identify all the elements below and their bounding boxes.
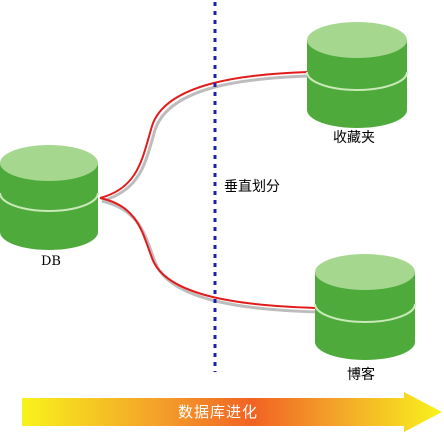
vertical-split-label: 垂直划分 <box>224 179 280 195</box>
connector-db-to-blog <box>99 197 317 309</box>
db-label: DB <box>41 254 61 269</box>
blog-label: 博客 <box>347 367 375 383</box>
database-evolution-text: 数据库进化 <box>177 403 258 421</box>
blog-cylinder-icon <box>314 254 416 360</box>
database-evolution-label: 数据库进化 <box>0 401 444 422</box>
diagram-canvas <box>0 2 442 432</box>
db-cylinder-icon <box>0 145 99 250</box>
favorites-cylinder-icon <box>306 22 408 128</box>
favorites-label: 收藏夹 <box>333 130 375 146</box>
